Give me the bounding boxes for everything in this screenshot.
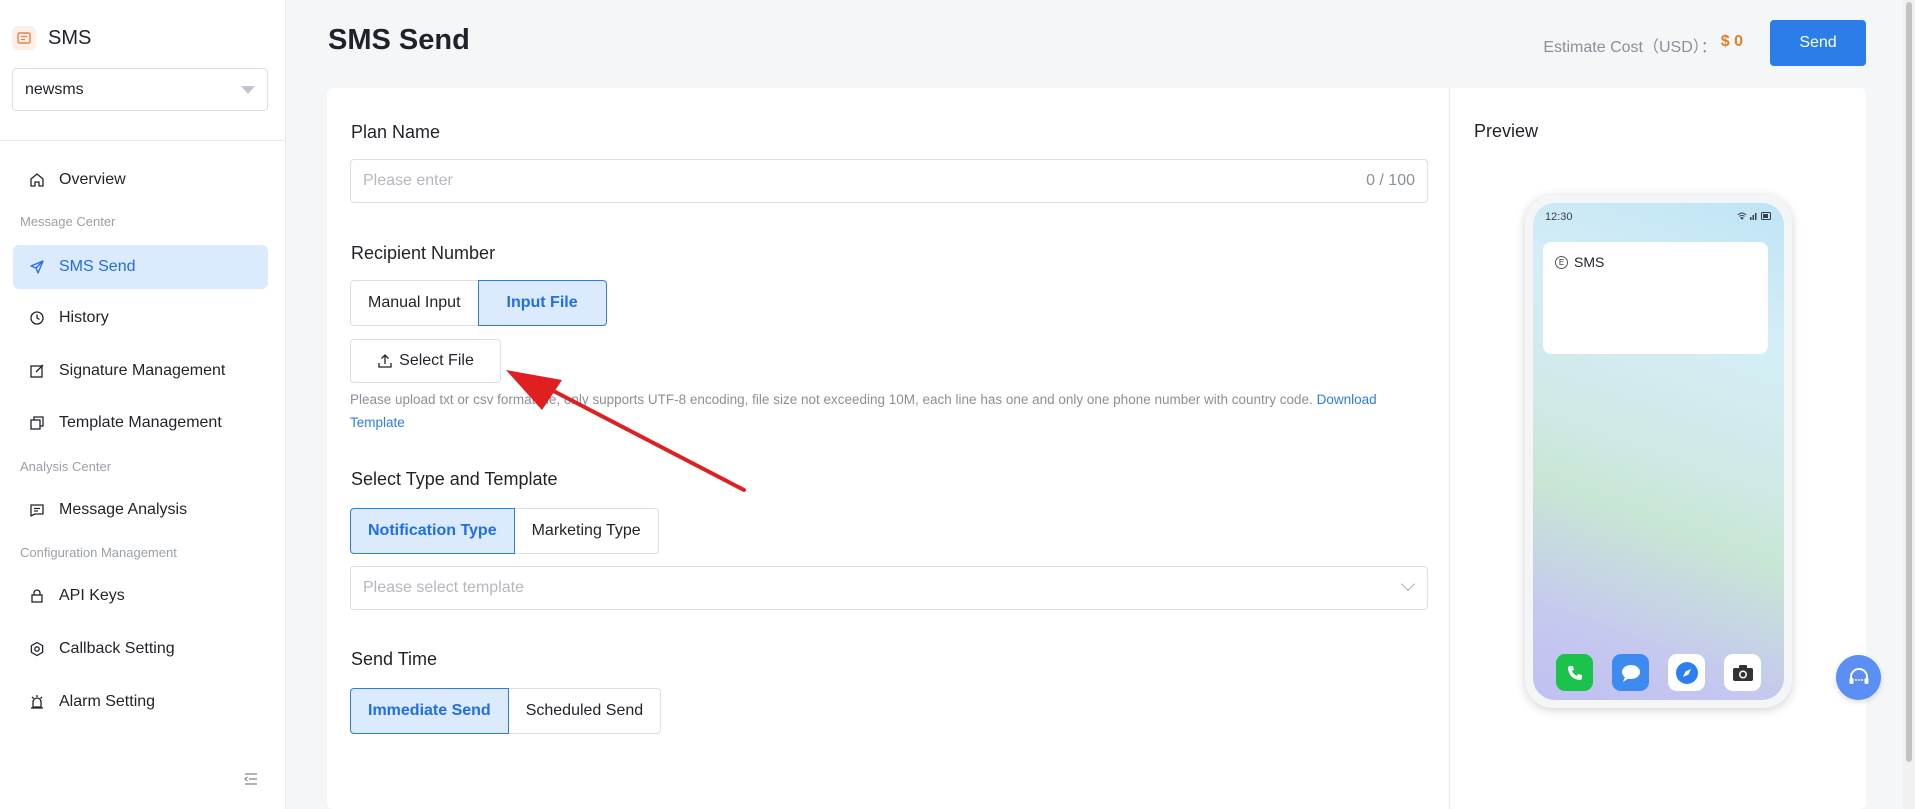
sms-logo-icon xyxy=(12,26,36,50)
sidebar-item-history[interactable]: History xyxy=(13,296,268,340)
annotation-arrow-icon xyxy=(506,370,746,492)
tab-manual-input[interactable]: Manual Input xyxy=(350,280,479,326)
page-scrollbar[interactable] xyxy=(1903,0,1915,809)
tab-marketing-type[interactable]: Marketing Type xyxy=(513,508,659,554)
wifi-icon xyxy=(1737,212,1747,220)
brand-name: SMS xyxy=(48,26,92,49)
sidebar-item-sms-send[interactable]: SMS Send xyxy=(13,245,268,289)
battery-icon xyxy=(1761,212,1771,220)
settings-icon xyxy=(30,641,44,657)
message-type-toggle: Notification Type Marketing Type xyxy=(350,508,659,554)
sms-sender: SMS xyxy=(1574,254,1605,270)
sidebar-item-label: Overview xyxy=(59,171,126,188)
sidebar-item-label: Message Analysis xyxy=(59,501,188,518)
edit-icon xyxy=(30,364,44,378)
collapse-menu-icon[interactable] xyxy=(243,771,259,787)
nav-group-message-center: Message Center xyxy=(20,214,116,229)
sidebar-item-signature-management[interactable]: Signature Management xyxy=(13,349,268,393)
copy-icon xyxy=(30,416,44,430)
plan-name-placeholder: Please enter xyxy=(363,172,453,189)
upload-hint-text: Please upload txt or csv format file, on… xyxy=(350,392,1313,407)
phone-dock xyxy=(1556,654,1761,691)
messages-app-icon xyxy=(1612,654,1649,691)
send-button[interactable]: Send xyxy=(1770,20,1866,66)
caret-down-icon xyxy=(241,86,255,94)
nav-group-configuration-management: Configuration Management xyxy=(20,545,177,560)
send-time-label: Send Time xyxy=(351,649,438,669)
sidebar-item-label: API Keys xyxy=(59,587,125,604)
template-placeholder: Please select template xyxy=(363,579,524,596)
sidebar-item-label: Alarm Setting xyxy=(59,693,156,710)
tab-immediate-send[interactable]: Immediate Send xyxy=(350,688,509,734)
cost-value: $ 0 xyxy=(1720,33,1743,50)
template-select[interactable]: Please select template xyxy=(350,566,1428,610)
sidebar-divider xyxy=(0,140,285,141)
sms-badge: E xyxy=(1555,256,1568,269)
select-file-label: Select File xyxy=(399,352,474,369)
page-title: SMS Send xyxy=(328,24,470,56)
home-icon xyxy=(30,173,44,187)
nav-group-analysis-center: Analysis Center xyxy=(20,459,112,474)
recipient-number-label: Recipient Number xyxy=(351,243,496,263)
sidebar: SMS newsms Overview Message Center SMS S… xyxy=(0,0,286,809)
signal-icon xyxy=(1750,213,1757,220)
sidebar-item-label: SMS Send xyxy=(59,258,136,275)
brand: SMS xyxy=(12,26,91,50)
sidebar-item-label: Signature Management xyxy=(59,362,226,379)
message-icon xyxy=(30,504,44,517)
sidebar-item-callback-setting[interactable]: Callback Setting xyxy=(13,627,268,671)
chevron-down-icon xyxy=(1400,576,1416,592)
browser-app-icon xyxy=(1668,654,1705,691)
sidebar-item-label: Template Management xyxy=(59,414,222,431)
camera-app-icon xyxy=(1724,654,1761,691)
estimate-cost: Estimate Cost（USD）： $ 0 xyxy=(1543,33,1743,57)
status-icons xyxy=(1737,212,1772,220)
scrollbar-thumb[interactable] xyxy=(1906,2,1912,762)
sidebar-item-label: Callback Setting xyxy=(59,640,175,657)
sidebar-item-alarm-setting[interactable]: Alarm Setting xyxy=(13,680,268,724)
sidebar-item-template-management[interactable]: Template Management xyxy=(13,401,268,445)
alarm-icon xyxy=(31,695,43,709)
status-time: 12:30 xyxy=(1545,211,1573,223)
sidebar-item-api-keys[interactable]: API Keys xyxy=(13,574,268,618)
select-file-button[interactable]: Select File xyxy=(350,339,501,383)
tab-notification-type[interactable]: Notification Type xyxy=(350,508,515,554)
send-icon xyxy=(30,260,44,274)
form-area: Plan Name Please enter 0 / 100 Recipient… xyxy=(327,88,1450,809)
app-select[interactable]: newsms xyxy=(12,68,268,111)
sidebar-item-overview[interactable]: Overview xyxy=(13,158,268,202)
headset-icon xyxy=(1849,667,1868,684)
phone-app-icon xyxy=(1556,654,1593,691)
upload-icon xyxy=(378,354,392,368)
recipient-mode-toggle: Manual Input Input File xyxy=(350,280,607,326)
preview-title: Preview xyxy=(1474,121,1539,141)
support-chat-button[interactable] xyxy=(1836,655,1881,700)
sidebar-item-message-analysis[interactable]: Message Analysis xyxy=(13,488,268,532)
plan-name-input[interactable]: Please enter 0 / 100 xyxy=(350,159,1428,203)
phone-preview: 12:30 E SMS xyxy=(1525,195,1792,708)
phone-screen: 12:30 E SMS xyxy=(1533,203,1784,700)
plan-name-counter: 0 / 100 xyxy=(1366,172,1415,189)
tab-input-file[interactable]: Input File xyxy=(477,280,607,326)
app-select-value: newsms xyxy=(25,80,84,98)
lock-icon xyxy=(31,589,43,603)
tab-scheduled-send[interactable]: Scheduled Send xyxy=(507,688,662,734)
send-time-toggle: Immediate Send Scheduled Send xyxy=(350,688,662,734)
plan-name-label: Plan Name xyxy=(351,122,441,142)
cost-label: Estimate Cost（USD）： xyxy=(1543,39,1717,56)
sidebar-item-label: History xyxy=(59,309,109,326)
sms-preview-card: E SMS xyxy=(1543,242,1768,354)
clock-icon xyxy=(30,311,44,325)
